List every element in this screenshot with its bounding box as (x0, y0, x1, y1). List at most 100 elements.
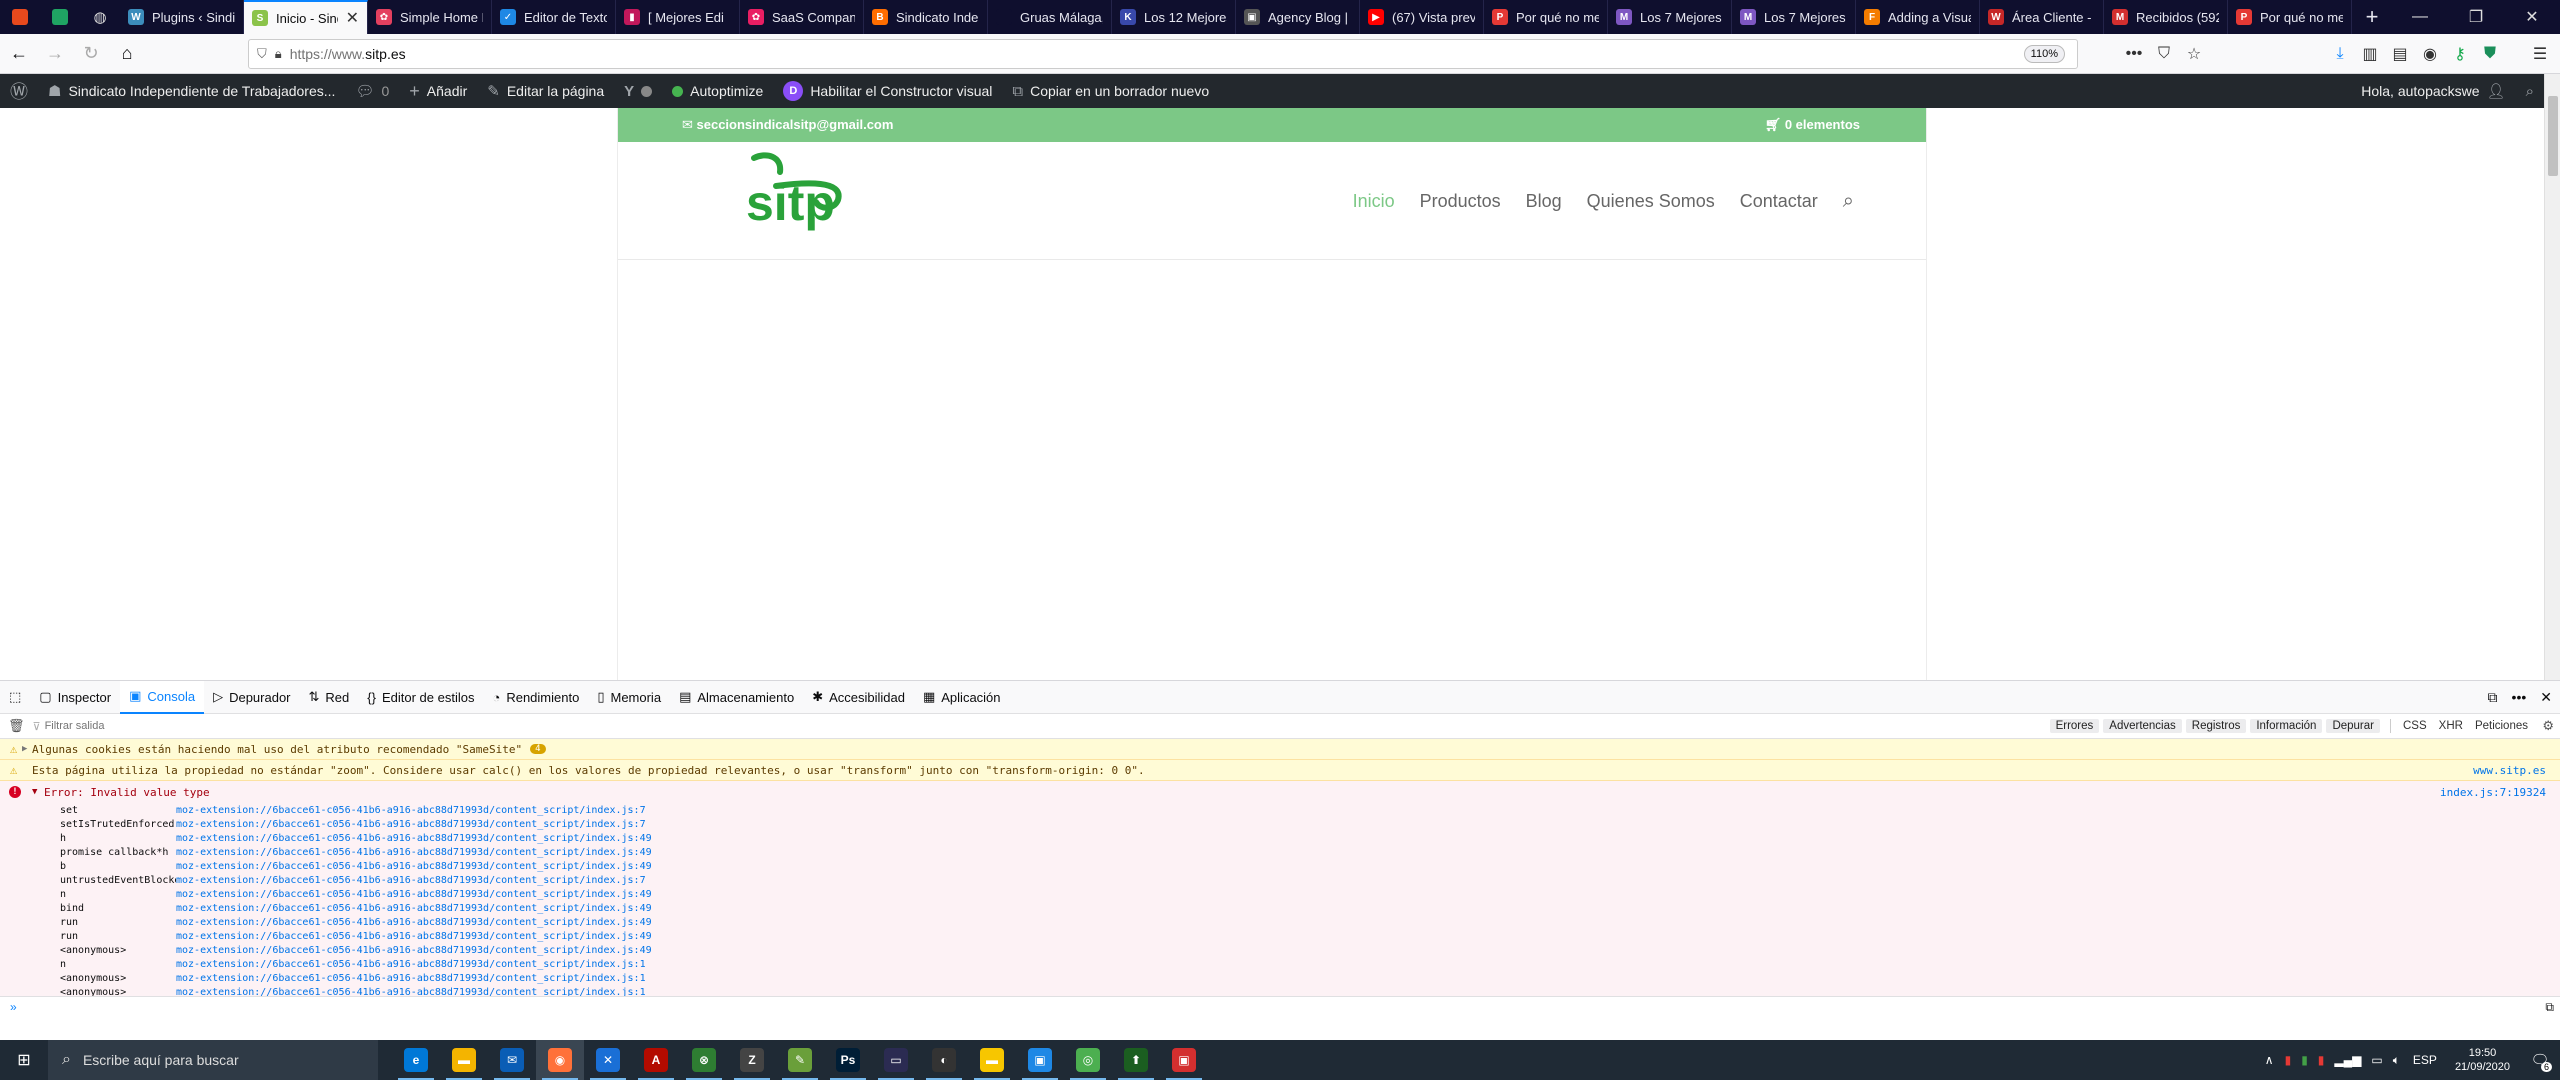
wp-yoast[interactable]: Y (614, 74, 662, 108)
bookmark-star-icon[interactable]: ☆ (2180, 40, 2208, 68)
reload-button[interactable]: ↻ (74, 37, 108, 71)
menu-item-productos[interactable]: Productos (1420, 191, 1501, 212)
wp-edit-page[interactable]: ✎ Editar la página (477, 74, 614, 108)
close-window-button[interactable]: ✕ (2504, 0, 2560, 34)
filter-debug-button[interactable]: Depurar (2326, 719, 2380, 733)
browser-tab[interactable]: K Los 12 Mejores (1112, 0, 1236, 34)
start-button[interactable]: ⊞ (0, 1040, 48, 1080)
tray-overflow-icon[interactable]: ∧ (2259, 1053, 2280, 1067)
page-scrollbar-thumb[interactable] (2548, 96, 2558, 176)
site-search-icon[interactable]: ⌕ (1843, 190, 1854, 213)
console-input[interactable]: » ⧉ (0, 996, 2560, 1018)
tray-display-icon[interactable]: ▭ (2366, 1053, 2387, 1067)
maximize-button[interactable]: ❐ (2448, 0, 2504, 34)
console-settings-icon[interactable]: ⚙ (2542, 718, 2554, 734)
taskbar-app-photoshop[interactable]: Ps (824, 1040, 872, 1080)
extension-shield-icon[interactable]: ⛊ (2476, 40, 2504, 68)
tray-app-icon[interactable]: ▮ (2313, 1053, 2330, 1067)
browser-tab[interactable]: M Los 7 Mejores P (1732, 0, 1856, 34)
taskbar-app-edge[interactable]: e (392, 1040, 440, 1080)
url-text[interactable]: https://www.sitp.es (290, 46, 406, 62)
expand-arrow-icon[interactable]: ▼ (32, 787, 37, 797)
url-bar[interactable]: ⛉ 🔒︎ https://www.sitp.es 110% (248, 39, 2078, 69)
browser-tab[interactable]: ✿ Simple Home P (368, 0, 492, 34)
network-icon[interactable]: ▂▄▆ (2329, 1053, 2366, 1067)
filter-info-button[interactable]: Información (2250, 719, 2323, 733)
dock-toggle-icon[interactable]: ⧉ (2488, 689, 2498, 706)
expand-arrow-icon[interactable]: ▶ (22, 744, 27, 754)
taskbar-app-vpn[interactable]: ⬆ (1112, 1040, 1160, 1080)
minimize-button[interactable]: — (2392, 0, 2448, 34)
devtools-options-icon[interactable]: ••• (2512, 689, 2527, 706)
browser-tab[interactable]: W Área Cliente - V (1980, 0, 2104, 34)
taskbar-app-mail[interactable]: ✉ (488, 1040, 536, 1080)
menu-item-quienes-somos[interactable]: Quienes Somos (1587, 191, 1715, 212)
stack-frame-location[interactable]: moz-extension://6bacce61-c056-41b6-a916-… (176, 833, 652, 844)
tray-red-icon[interactable]: ▮ (2280, 1053, 2297, 1067)
language-indicator[interactable]: ESP (2405, 1053, 2445, 1067)
error-source-link[interactable]: index.js:7:19324 (2440, 786, 2546, 799)
browser-tab[interactable]: M Recibidos (592) (2104, 0, 2228, 34)
library-icon[interactable]: ▥ (2356, 40, 2384, 68)
clock[interactable]: 19:50 21/09/2020 (2445, 1046, 2520, 1074)
wp-visual-builder[interactable]: D Habilitar el Constructor visual (773, 74, 1002, 108)
stack-frame-location[interactable]: moz-extension://6bacce61-c056-41b6-a916-… (176, 945, 652, 956)
wp-logo-menu[interactable]: Ⓦ (0, 74, 38, 108)
filter-requests-button[interactable]: Peticiones (2469, 719, 2534, 733)
taskbar-app-xmind[interactable]: ✕ (584, 1040, 632, 1080)
downloads-icon[interactable]: ⤓ (2326, 40, 2354, 68)
browser-tab[interactable]: P Por qué no me (2228, 0, 2352, 34)
taskbar-app-winzip[interactable]: Z (728, 1040, 776, 1080)
cart-link[interactable]: 🛒︎ 0 elementos (1765, 117, 1860, 133)
tab-inspector[interactable]: ▢ Inspector (30, 681, 120, 714)
browser-tab[interactable]: ✓ Editor de Texto (492, 0, 616, 34)
lock-icon[interactable]: 🔒︎ (275, 46, 282, 62)
stack-frame-location[interactable]: moz-extension://6bacce61-c056-41b6-a916-… (176, 847, 652, 858)
taskbar-app-chrome[interactable]: ◎ (1064, 1040, 1112, 1080)
browser-tab[interactable]: B Sindicato Indep (864, 0, 988, 34)
menu-item-inicio[interactable]: Inicio (1353, 191, 1395, 212)
element-picker-button[interactable]: ⬚ (0, 681, 30, 714)
browser-tab[interactable]: F Adding a Visua (1856, 0, 1980, 34)
site-logo[interactable]: sitp (746, 152, 856, 236)
pinned-tab-1[interactable] (0, 0, 40, 34)
account-icon[interactable]: ◉ (2416, 40, 2444, 68)
forward-button[interactable]: → (38, 37, 72, 71)
new-tab-button[interactable]: + (2352, 0, 2392, 34)
browser-tab[interactable]: W Plugins ‹ Sindi (120, 0, 244, 34)
browser-tab[interactable]: Gruas Málaga, desd (988, 0, 1112, 34)
stack-frame-location[interactable]: moz-extension://6bacce61-c056-41b6-a916-… (176, 903, 652, 914)
tab-memory[interactable]: ▯ Memoria (588, 681, 670, 714)
zoom-indicator[interactable]: 110% (2023, 45, 2065, 63)
pinned-tab-3[interactable]: ◍ (80, 0, 120, 34)
filter-css-button[interactable]: CSS (2397, 719, 2433, 733)
stack-frame-location[interactable]: moz-extension://6bacce61-c056-41b6-a916-… (176, 959, 646, 970)
taskbar-app-xbox[interactable]: ⊗ (680, 1040, 728, 1080)
wp-search[interactable]: ⌕ (2516, 74, 2544, 108)
sidebar-icon[interactable]: ▤ (2386, 40, 2414, 68)
speaker-icon[interactable]: 🔈︎ (2388, 1053, 2405, 1068)
tab-debugger[interactable]: ▷ Depurador (204, 681, 299, 714)
taskbar-app-sticky-notes[interactable]: ▬ (968, 1040, 1016, 1080)
taskbar-app-terminal[interactable]: ▭ (872, 1040, 920, 1080)
tab-application[interactable]: ▦ Aplicación (914, 681, 1010, 714)
stack-frame-location[interactable]: moz-extension://6bacce61-c056-41b6-a916-… (176, 875, 646, 886)
page-actions-icon[interactable]: ••• (2120, 40, 2148, 68)
menu-item-blog[interactable]: Blog (1526, 191, 1562, 212)
extension-key-icon[interactable]: ⚷ (2446, 40, 2474, 68)
filter-output-input[interactable] (44, 720, 445, 732)
console-error[interactable]: ! ▼ Error: Invalid value type index.js:7… (0, 781, 2560, 803)
warning-source-link[interactable]: www.sitp.es (2473, 764, 2546, 777)
browser-tab[interactable]: ▮ [ Mejores Edi (616, 0, 740, 34)
browser-tab[interactable]: S Inicio - Sindi ✕ (244, 0, 368, 34)
email-link[interactable]: ✉ seccionsindicalsitp@gmail.com (682, 117, 893, 133)
taskbar-search-box[interactable]: ⌕ Escribe aquí para buscar (48, 1040, 378, 1080)
stack-frame-location[interactable]: moz-extension://6bacce61-c056-41b6-a916-… (176, 805, 646, 816)
stack-frame-location[interactable]: moz-extension://6bacce61-c056-41b6-a916-… (176, 917, 652, 928)
pinned-tab-2[interactable] (40, 0, 80, 34)
stack-frame-location[interactable]: moz-extension://6bacce61-c056-41b6-a916-… (176, 861, 652, 872)
stack-frame-location[interactable]: moz-extension://6bacce61-c056-41b6-a916-… (176, 931, 652, 942)
tab-console[interactable]: ▣ Consola (120, 680, 205, 714)
taskbar-app-app-red[interactable]: ▣ (1160, 1040, 1208, 1080)
wp-copy-draft[interactable]: ⧉ Copiar en un borrador nuevo (1002, 74, 1219, 108)
